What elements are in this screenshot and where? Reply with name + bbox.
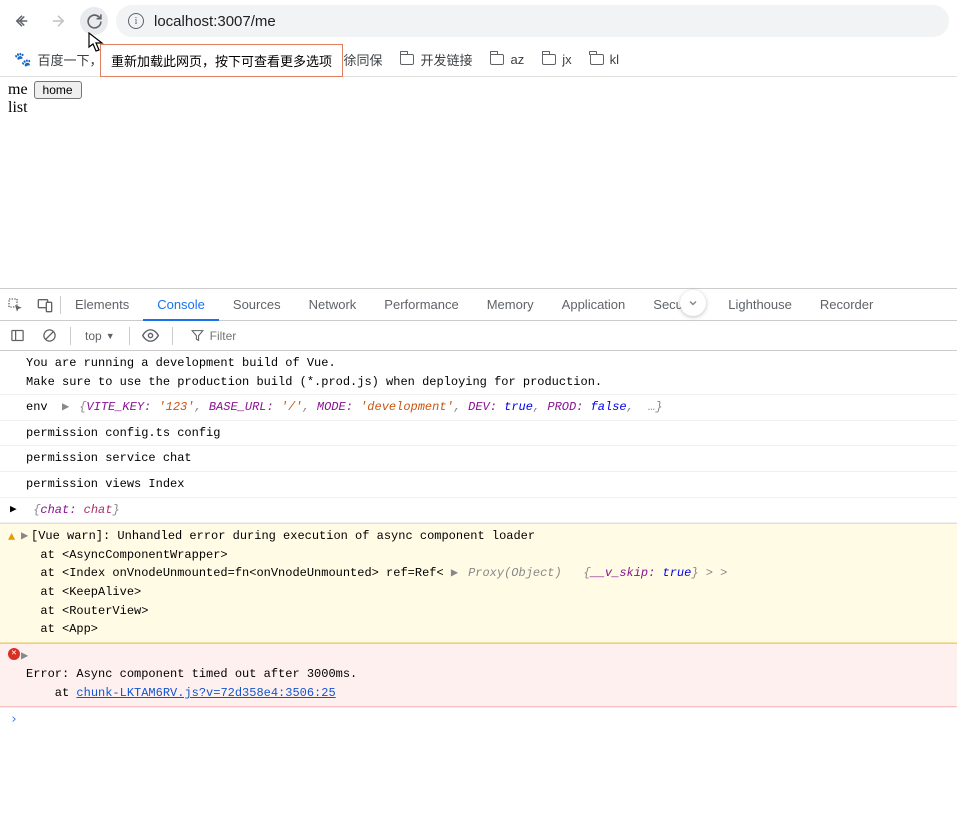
separator [70,327,71,345]
inspect-element-button[interactable] [0,289,30,321]
bookmark-kl[interactable]: kl [590,52,619,67]
context-label: top [85,329,102,343]
home-button[interactable]: home [34,81,82,99]
inspect-icon [7,297,23,313]
devtools-tabs: Elements Console Sources Network Perform… [0,289,957,321]
sidebar-icon [10,328,25,343]
eye-icon [142,327,159,344]
tab-performance[interactable]: Performance [370,289,472,321]
chevron-down-icon: ▼ [106,331,115,341]
context-selector[interactable]: top ▼ [81,329,119,343]
filter-box[interactable] [183,329,323,343]
bookmark-label: 开发链接 [420,50,472,69]
page-content: me home list [0,76,957,288]
chevron-right-icon: › [10,712,18,727]
expand-arrow-icon[interactable]: ▶ [451,564,461,583]
folder-icon [490,54,504,65]
devtools: Elements Console Sources Network Perform… [0,288,957,731]
clear-icon [42,328,57,343]
tab-sources[interactable]: Sources [219,289,295,321]
bookmark-jx[interactable]: jx [542,52,571,67]
tab-recorder[interactable]: Recorder [806,289,887,321]
bookmark-az[interactable]: az [490,52,524,67]
address-bar[interactable]: i localhost:3007/me [116,5,949,37]
paw-icon: 🐾 [14,51,31,68]
arrow-right-icon [49,12,67,30]
error-source-link[interactable]: chunk-LKTAM6RV.js?v=72d358e4:3506:25 [76,686,335,700]
console-message: You are running a development build of V… [0,351,957,395]
expand-arrow-icon[interactable]: ▶ [21,527,31,546]
console-message: permission service chat [0,446,957,472]
site-info-icon[interactable]: i [128,13,144,29]
chevron-down-icon [687,297,699,309]
bookmark-label: kl [610,52,619,67]
url-text: localhost:3007/me [154,13,276,30]
tab-console[interactable]: Console [143,289,219,321]
separator [129,327,130,345]
console-message: env ▶ {VITE_KEY: '123', BASE_URL: '/', M… [0,395,957,421]
console-prompt[interactable]: › [0,707,957,731]
filter-icon [191,329,204,342]
console-warning: ▲▶[Vue warn]: Unhandled error during exe… [0,523,957,643]
folder-icon [542,54,556,65]
device-icon [37,297,53,313]
reload-icon [86,13,103,30]
console-body: You are running a development build of V… [0,351,957,731]
folder-icon [400,54,414,65]
bookmark-label: az [510,52,524,67]
bookmark-devlinks[interactable]: 开发链接 [400,50,472,69]
device-toolbar-button[interactable] [30,289,60,321]
tab-memory[interactable]: Memory [473,289,548,321]
expand-arrow-icon[interactable]: ▶ [62,398,72,417]
bookmark-label: jx [562,52,571,67]
console-error: ✕▶ Error: Async component timed out afte… [0,643,957,707]
forward-button[interactable] [44,7,72,35]
separator [172,327,173,345]
expand-arrow-icon[interactable]: ▶ [10,502,17,519]
error-icon: ✕ [8,648,20,660]
console-message: permission config.ts config [0,421,957,447]
console-toolbar: top ▼ [0,321,957,351]
browser-toolbar: i localhost:3007/me [0,0,957,42]
folder-icon [590,54,604,65]
console-message: ▶ {chat: chat} [0,498,957,524]
warning-icon: ▲ [8,528,15,547]
devtools-toggle-handle[interactable] [680,290,706,316]
clear-console-button[interactable] [38,325,60,347]
live-expression-button[interactable] [140,325,162,347]
arrow-left-icon [13,12,31,30]
back-button[interactable] [8,7,36,35]
tab-application[interactable]: Application [548,289,640,321]
reload-button[interactable] [80,7,108,35]
bookmark-label: 徐同保 [343,50,382,69]
bookmark-xutongbao[interactable]: 徐同保 [343,50,382,69]
filter-input[interactable] [210,329,310,343]
tab-elements[interactable]: Elements [61,289,143,321]
page-text-me: me [8,81,28,99]
tab-network[interactable]: Network [295,289,371,321]
reload-tooltip: 重新加载此网页，按下可查看更多选项 [100,44,343,77]
toggle-sidebar-button[interactable] [6,325,28,347]
expand-arrow-icon[interactable]: ▶ [21,647,31,666]
tab-lighthouse[interactable]: Lighthouse [714,289,806,321]
page-text-list: list [8,99,949,117]
console-message: permission views Index [0,472,957,498]
